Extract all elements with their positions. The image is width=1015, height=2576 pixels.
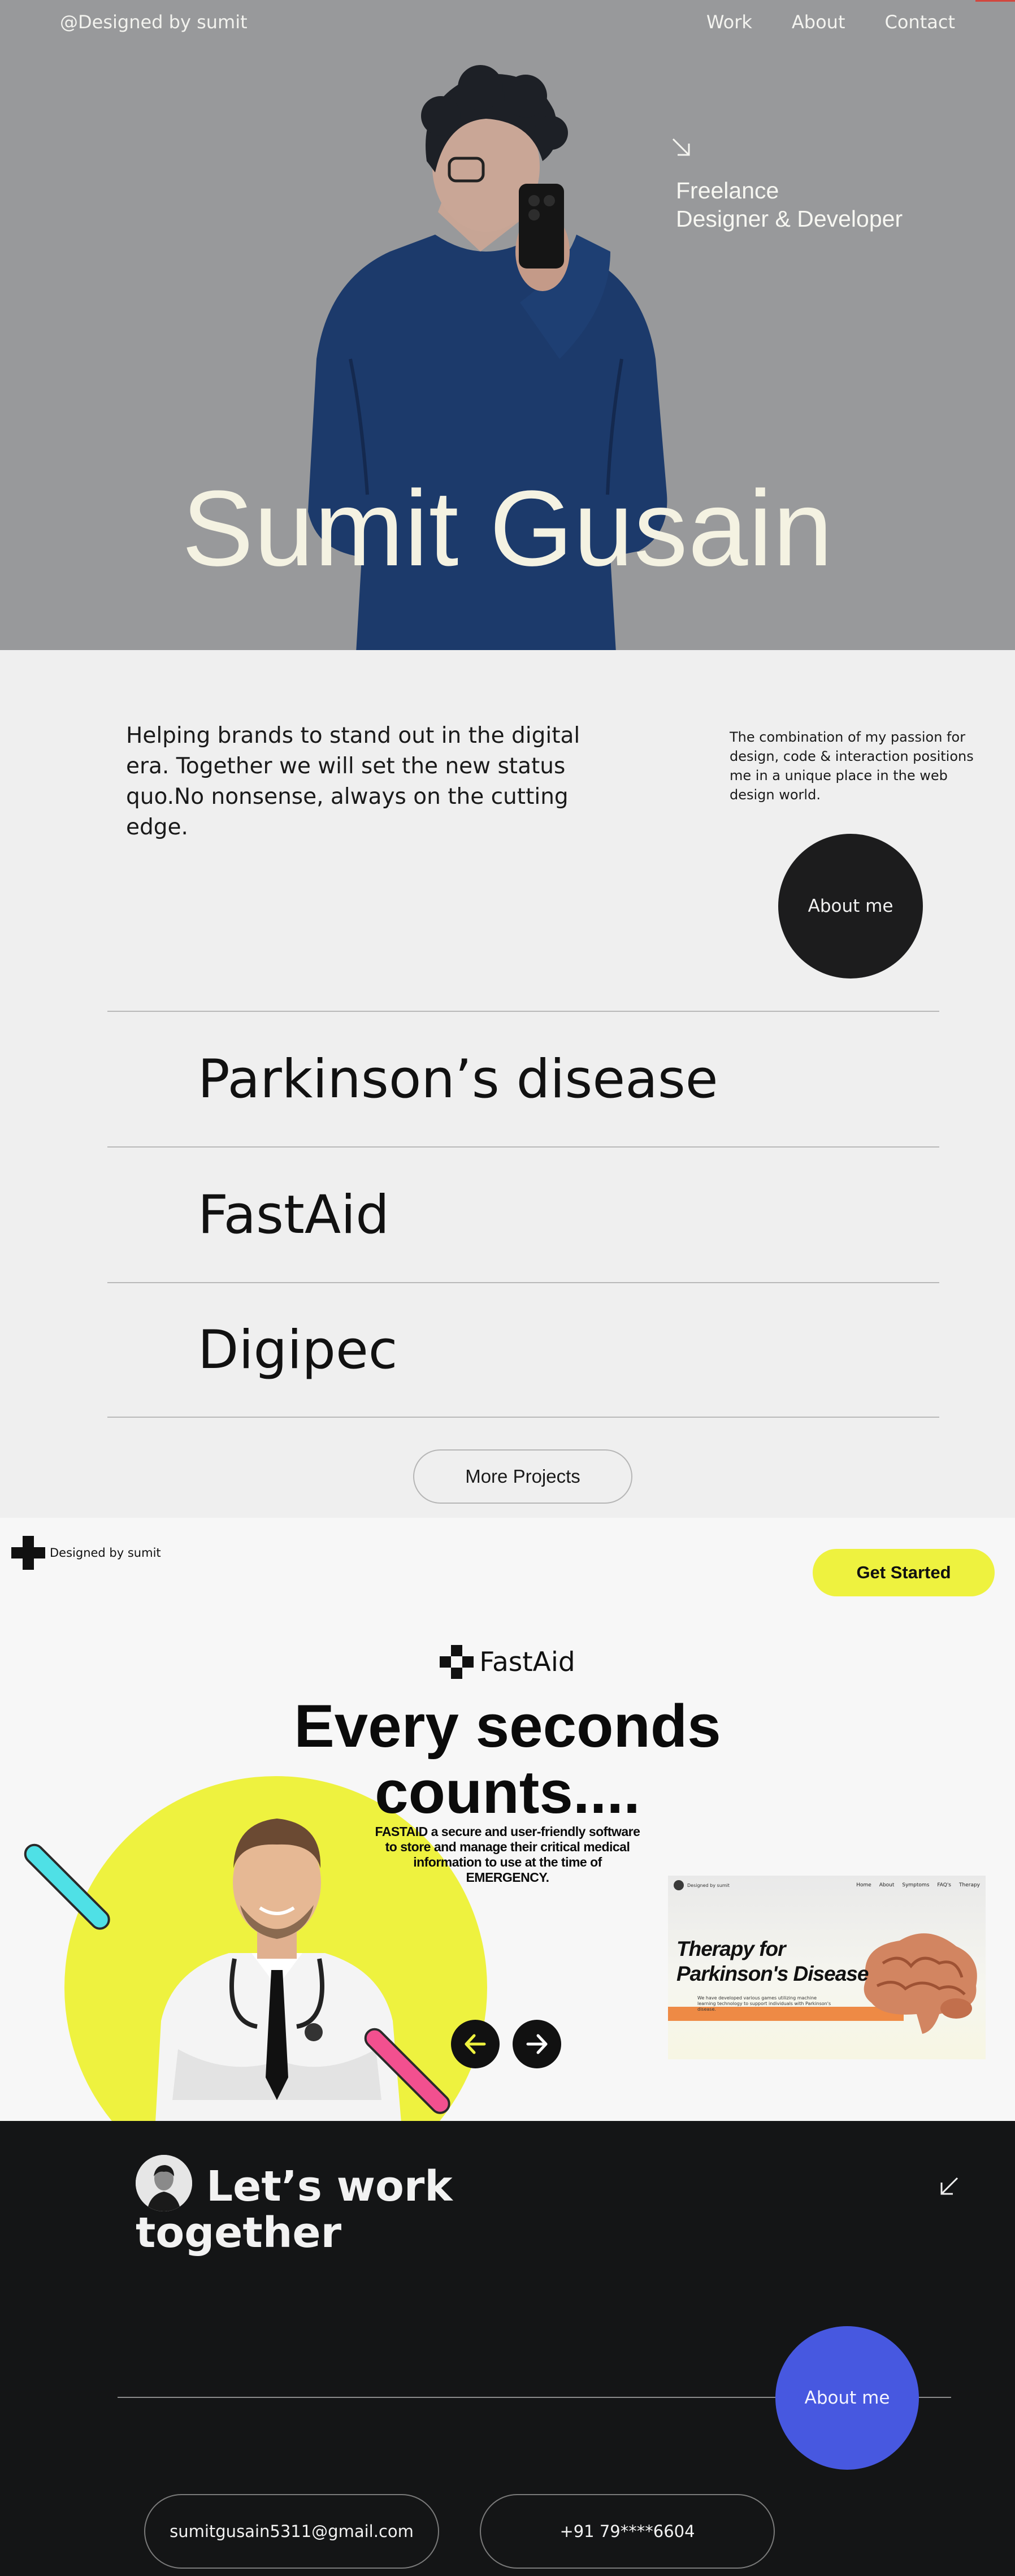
nav-work-link[interactable]: Work	[706, 11, 752, 33]
preview-navbar: Designed by sumit Home About Symptoms FA…	[668, 1876, 986, 1895]
project-item-fastaid[interactable]: FastAid	[107, 1146, 939, 1282]
site-brand[interactable]: @Designed by sumit	[60, 11, 248, 33]
email-contact-button[interactable]: sumitgusain5311@gmail.com	[144, 2494, 439, 2569]
phone-contact-button[interactable]: +91 79****6604	[480, 2494, 775, 2569]
preview-brand: Designed by sumit	[687, 1882, 730, 1888]
intro-lead-text: Helping brands to stand out in the digit…	[126, 723, 580, 840]
about-me-button[interactable]: About me	[778, 834, 923, 979]
fastaid-description: FASTAID a secure and user-friendly softw…	[375, 1824, 640, 1885]
preview-nav-about: About	[879, 1882, 895, 1888]
more-projects-button[interactable]: More Projects	[413, 1449, 632, 1504]
checker-logo-icon	[11, 1536, 45, 1570]
fastaid-brand: FastAid	[0, 1645, 1015, 1679]
hero-name-title: Sumit Gusain	[181, 469, 834, 588]
fastaid-logo-icon	[440, 1645, 474, 1679]
preview-nav-links: Home About Symptoms FAQ's Therapy	[856, 1882, 980, 1888]
fastaid-showcase: Designed by sumit Get Started FastAid Ev	[0, 1518, 1015, 2121]
lets-work-together-heading: Let’s work together	[136, 2163, 453, 2256]
preview-nav-therapy: Therapy	[959, 1882, 980, 1888]
projects-list: Parkinson’s disease FastAid Digipec	[107, 1011, 939, 1418]
fastaid-headline: Every seconds counts....	[0, 1693, 1015, 1825]
tagline-line-1: Freelance	[676, 177, 779, 204]
top-accent-bar	[975, 0, 1015, 2]
preview-body: We have developed various games utilizin…	[697, 1995, 831, 2012]
preview-title: Therapy for Parkinson's Disease	[676, 1937, 869, 1985]
heading-line-2: together	[136, 2209, 342, 2257]
nav-about-link[interactable]: About	[792, 11, 845, 33]
fastaid-brand-name: FastAid	[479, 1646, 575, 1678]
footer-about-me-button[interactable]: About me	[775, 2326, 919, 2470]
tagline-line-2: Designer & Developer	[676, 206, 903, 232]
project-item-parkinsons[interactable]: Parkinson’s disease	[107, 1011, 939, 1146]
carousel-prev-button[interactable]	[451, 2020, 500, 2068]
arrow-down-right-icon	[672, 138, 690, 156]
hero-tagline: Freelance Designer & Developer	[676, 176, 903, 233]
preview-avatar	[674, 1880, 684, 1890]
preview-nav-faqs: FAQ's	[937, 1882, 951, 1888]
hero-section: @Designed by sumit Work About Contact Fr…	[0, 0, 1015, 650]
intro-section: Helping brands to stand out in the digit…	[0, 650, 1015, 1518]
parkinsons-preview-card[interactable]: Designed by sumit Home About Symptoms FA…	[668, 1876, 986, 2059]
headline-line-1: Every seconds	[294, 1692, 721, 1760]
project-item-digipec[interactable]: Digipec	[107, 1282, 939, 1418]
preview-nav-home: Home	[856, 1882, 871, 1888]
doctor-photo	[155, 1819, 401, 2121]
arrow-right-icon	[526, 2034, 548, 2054]
heading-line-1: Let’s work	[206, 2162, 453, 2211]
arrow-down-left-icon	[940, 2177, 958, 2195]
arrow-left-icon	[465, 2034, 486, 2054]
nav-contact-link[interactable]: Contact	[885, 11, 956, 33]
preview-nav-symptoms: Symptoms	[902, 1882, 930, 1888]
intro-side-text: The combination of my passion for design…	[730, 729, 974, 803]
showcase-logo[interactable]: Designed by sumit	[11, 1536, 161, 1570]
carousel-next-button[interactable]	[513, 2020, 561, 2068]
showcase-logo-text: Designed by sumit	[50, 1546, 161, 1560]
get-started-button[interactable]: Get Started	[813, 1549, 995, 1596]
main-nav: Work About Contact	[706, 11, 955, 33]
headline-line-2: counts....	[375, 1758, 640, 1826]
contact-footer: Let’s work together About me sumitgusain…	[0, 2121, 1015, 2576]
